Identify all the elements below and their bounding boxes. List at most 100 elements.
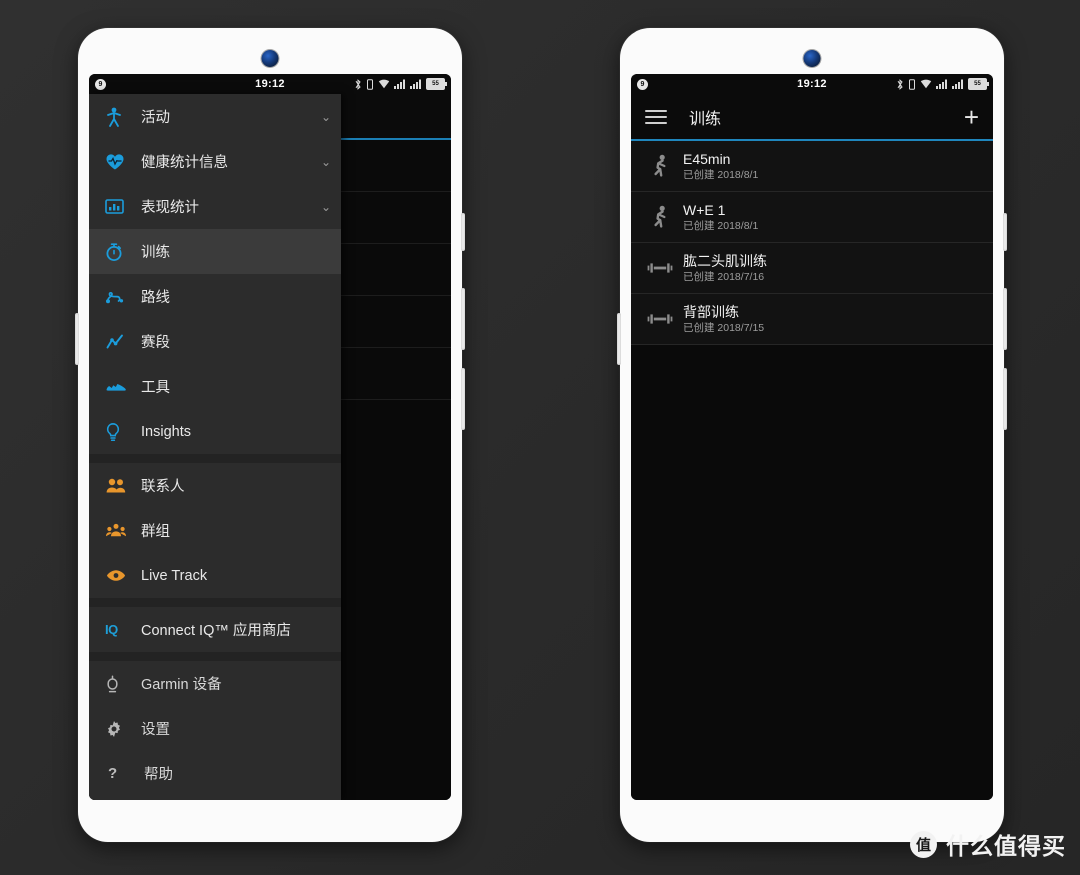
signal-icon <box>952 79 963 89</box>
watermark-badge: 值 <box>910 830 937 858</box>
list-item[interactable]: E45min 已创建 2018/8/1 <box>631 141 993 192</box>
sidebar-item-label: Insights <box>141 423 191 440</box>
list-item-text: W+E 1 已创建 2018/8/1 <box>683 201 759 232</box>
sidebar-item-label: 路线 <box>141 290 170 306</box>
list-item[interactable]: 肱二头肌训练 已创建 2018/7/16 <box>631 243 993 294</box>
side-button-right-2[interactable] <box>1003 288 1007 350</box>
chevron-down-icon[interactable]: ⌄ <box>321 111 331 123</box>
sidebar-item-workouts[interactable]: 训练 <box>89 229 341 274</box>
sidebar-item-help[interactable]: ? 帮助 <box>89 751 341 796</box>
list-item[interactable]: 背部训练 已创建 2018/7/15 <box>631 294 993 345</box>
chart-icon <box>105 198 135 215</box>
sidebar-item-performance-stats[interactable]: 表现统计 ⌄ <box>89 184 341 229</box>
list-item-text: 肱二头肌训练 已创建 2018/7/16 <box>683 252 767 283</box>
list-item[interactable]: W+E 1 已创建 2018/8/1 <box>631 192 993 243</box>
side-button-right-1[interactable] <box>1003 213 1007 251</box>
signal-icon <box>394 79 405 89</box>
front-camera-icon <box>803 50 821 67</box>
workout-created: 已创建 2018/8/1 <box>683 219 759 232</box>
sidebar-item-label: Garmin 设备 <box>141 677 222 693</box>
route-icon <box>105 289 135 305</box>
workout-name: 背部训练 <box>683 303 739 320</box>
heart-icon <box>105 153 135 171</box>
segment-icon <box>105 333 135 350</box>
vibrate-icon <box>367 78 373 90</box>
workout-created: 已创建 2018/7/16 <box>683 270 765 283</box>
workout-name: E45min <box>683 150 731 167</box>
signal-icon <box>410 79 421 89</box>
chevron-down-icon[interactable]: ⌄ <box>321 201 331 213</box>
side-button-right-3[interactable] <box>1003 368 1007 430</box>
sidebar-item-label: Live Track <box>141 567 208 584</box>
watermark: 值 什么值得买 <box>910 827 1066 861</box>
hamburger-icon[interactable] <box>645 109 667 124</box>
side-button-right-2[interactable] <box>461 288 465 350</box>
contacts-icon <box>105 477 135 494</box>
bulb-icon <box>105 422 135 442</box>
sidebar-item-groups[interactable]: 群组 <box>89 508 341 553</box>
phone-left: 9 19:12 55 活动 ⌄ 健康统计信息 ⌄ 表现统计 ⌄ 训练 路线 赛段… <box>75 28 465 842</box>
sidebar-item-contacts[interactable]: 联系人 <box>89 463 341 508</box>
drawer-divider <box>89 652 341 661</box>
sidebar-item-live-track[interactable]: Live Track <box>89 553 341 598</box>
drawer-group-activities: 活动 ⌄ 健康统计信息 ⌄ 表现统计 ⌄ 训练 路线 赛段 工具 Insight… <box>89 94 341 454</box>
screen-right: 9 19:12 55 训练 + E45min 已创建 2018/8/1 W+E … <box>631 74 993 800</box>
iq-icon: IQ <box>105 622 118 637</box>
stopwatch-icon <box>105 242 135 262</box>
sidebar-item-label: 设置 <box>141 722 170 738</box>
sidebar-item-courses[interactable]: 路线 <box>89 274 341 319</box>
groups-icon <box>105 523 135 538</box>
workout-name: W+E 1 <box>683 201 726 218</box>
sidebar-item-activities[interactable]: 活动 ⌄ <box>89 94 341 139</box>
side-button-left[interactable] <box>617 313 621 365</box>
screen-left: 9 19:12 55 活动 ⌄ 健康统计信息 ⌄ 表现统计 ⌄ 训练 路线 赛段… <box>89 74 451 800</box>
gear-icon <box>105 720 135 738</box>
watch-icon <box>105 674 135 694</box>
battery-icon: 55 <box>426 78 447 90</box>
bluetooth-icon <box>897 78 903 90</box>
status-bar-left: 9 19:12 55 <box>89 74 451 94</box>
drawer-group-store: IQ Connect IQ™ 应用商店 <box>89 607 341 652</box>
sidebar-item-label: 群组 <box>141 524 170 540</box>
sidebar-item-label: Connect IQ™ 应用商店 <box>141 623 291 639</box>
wifi-icon <box>378 79 390 89</box>
shoe-icon <box>105 380 135 394</box>
battery-icon: 55 <box>968 78 989 90</box>
sidebar-item-label: 活动 <box>141 110 170 126</box>
sidebar-item-label: 联系人 <box>141 479 185 495</box>
sidebar-item-insights[interactable]: Insights <box>89 409 341 454</box>
sidebar-item-settings[interactable]: 设置 <box>89 706 341 751</box>
drawer-group-settings: Garmin 设备 设置 ? 帮助 <box>89 661 341 796</box>
side-button-right-3[interactable] <box>461 368 465 430</box>
running-icon <box>643 205 677 229</box>
drawer-group-social: 联系人 群组 Live Track <box>89 463 341 598</box>
workout-name: 肱二头肌训练 <box>683 252 767 269</box>
sidebar-item-connect-iq-store[interactable]: IQ Connect IQ™ 应用商店 <box>89 607 341 652</box>
eye-icon <box>105 569 135 582</box>
plus-icon[interactable]: + <box>964 104 979 130</box>
front-camera-icon <box>261 50 279 67</box>
sidebar-item-label: 帮助 <box>144 767 173 783</box>
page-title: 训练 <box>689 110 722 128</box>
sidebar-item-gear[interactable]: 工具 <box>89 364 341 409</box>
list-item-text: E45min 已创建 2018/8/1 <box>683 150 759 181</box>
sidebar-item-segments[interactable]: 赛段 <box>89 319 341 364</box>
sidebar-item-garmin-devices[interactable]: Garmin 设备 <box>89 661 341 706</box>
drawer-divider <box>89 454 341 463</box>
workout-created: 已创建 2018/8/1 <box>683 168 759 181</box>
sidebar-item-health-stats[interactable]: 健康统计信息 ⌄ <box>89 139 341 184</box>
watermark-text: 什么值得买 <box>946 833 1066 859</box>
wifi-icon <box>920 79 932 89</box>
running-icon <box>643 154 677 178</box>
list-item-text: 背部训练 已创建 2018/7/15 <box>683 303 765 334</box>
side-button-left[interactable] <box>75 313 79 365</box>
question-icon: ? <box>108 765 118 782</box>
activity-icon <box>105 107 135 127</box>
dumbbell-icon <box>643 261 677 275</box>
sidebar-item-label: 工具 <box>141 380 170 396</box>
side-button-right-1[interactable] <box>461 213 465 251</box>
status-right-group: 55 <box>354 78 447 90</box>
sidebar-item-label: 训练 <box>141 245 170 261</box>
workout-created: 已创建 2018/7/15 <box>683 321 765 334</box>
chevron-down-icon[interactable]: ⌄ <box>321 156 331 168</box>
